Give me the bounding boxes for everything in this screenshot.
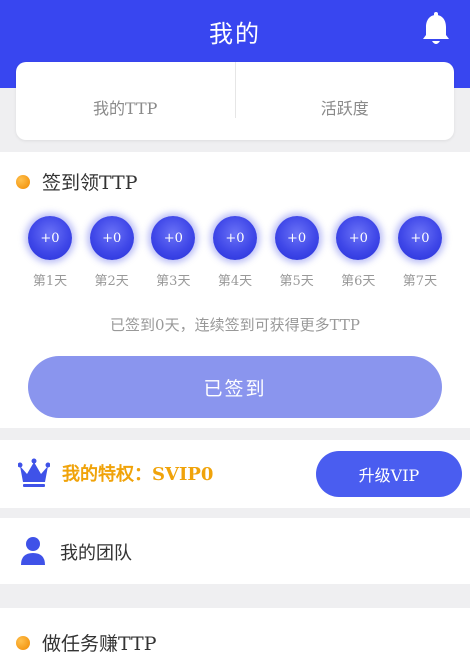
stat-label: 活跃度 — [320, 99, 369, 118]
crown-icon — [18, 458, 50, 487]
my-team-row[interactable]: 我的团队 — [0, 518, 470, 584]
orange-dot-icon — [16, 636, 30, 650]
tasks-section: 做任务赚TTP — [0, 608, 470, 662]
coin-icon: +0 — [151, 216, 196, 260]
signin-day-6[interactable]: +0 第6天 — [330, 216, 386, 289]
upgrade-vip-button[interactable]: 升级VIP — [316, 451, 462, 497]
coin-icon: +0 — [28, 216, 72, 260]
signin-hint: 已签到0天，连续签到可获得更多TTP — [110, 316, 360, 334]
stat-label: 我的TTP — [93, 99, 158, 118]
day-label: 第6天 — [341, 274, 376, 289]
signin-day-3[interactable]: +0 第3天 — [145, 216, 201, 289]
signin-title: 签到领TTP — [42, 172, 138, 194]
day-label: 第1天 — [32, 274, 68, 289]
stat-my-ttp[interactable]: 我的TTP — [16, 62, 235, 140]
coin-icon: +0 — [336, 216, 381, 260]
stats-card: 我的TTP 活跃度 — [16, 62, 454, 140]
signin-day-2[interactable]: +0 第2天 — [84, 216, 140, 289]
coin-icon: +0 — [89, 216, 134, 260]
day-label: 第3天 — [156, 274, 191, 289]
stat-activity[interactable]: 活跃度 — [236, 62, 455, 140]
orange-dot-icon — [16, 175, 30, 189]
signin-days: +0 第1天 +0 第2天 +0 第3天 +0 第4天 +0 第5天 +0 第6… — [22, 216, 448, 289]
page-title: 我的 — [209, 20, 261, 48]
signin-day-4[interactable]: +0 第4天 — [207, 216, 263, 289]
day-label: 第7天 — [402, 274, 438, 289]
vip-section: 我的特权：SVIP0 升级VIP — [0, 440, 470, 508]
coin-icon: +0 — [397, 216, 442, 260]
signin-day-1[interactable]: +0 第1天 — [22, 216, 78, 289]
day-label: 第5天 — [279, 274, 314, 289]
tasks-title: 做任务赚TTP — [42, 633, 157, 655]
signin-section: 签到领TTP +0 第1天 +0 第2天 +0 第3天 +0 第4天 +0 第5… — [0, 152, 470, 428]
day-label: 第4天 — [217, 274, 253, 289]
bell-icon[interactable] — [420, 12, 452, 48]
my-team-label: 我的团队 — [60, 543, 132, 564]
vip-privilege-text: 我的特权：SVIP0 — [62, 464, 214, 485]
person-icon — [21, 537, 45, 565]
signin-day-5[interactable]: +0 第5天 — [269, 216, 325, 289]
day-label: 第2天 — [94, 274, 129, 289]
coin-icon: +0 — [274, 216, 319, 260]
signed-in-button[interactable]: 已签到 — [28, 356, 442, 418]
coin-icon: +0 — [212, 216, 257, 260]
signin-day-7[interactable]: +0 第7天 — [392, 216, 448, 289]
